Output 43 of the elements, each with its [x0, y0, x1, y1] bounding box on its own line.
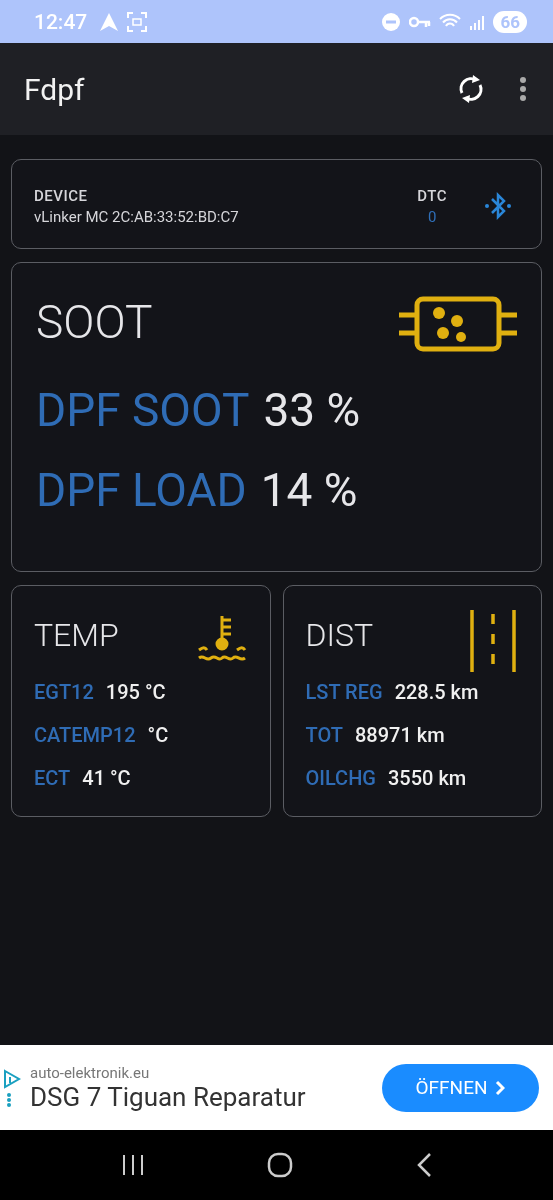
battery-level: 66 [493, 10, 527, 33]
bluetooth-icon[interactable] [485, 191, 511, 221]
navigation-arrow-icon [99, 11, 120, 32]
dtc-label: DTC [417, 186, 447, 205]
soot-metric-value: 33 % [263, 383, 361, 437]
device-label: DEVICE [34, 186, 89, 205]
reading-value: 228.5 km [394, 679, 479, 704]
road-icon [467, 610, 519, 672]
soot-metric-value: 14 % [260, 463, 358, 517]
soot-metric-label: DPF LOAD [36, 463, 247, 517]
status-time: 12:47 [34, 9, 88, 34]
signal-icon [469, 13, 486, 30]
reading-value: 195 °C [105, 679, 166, 704]
soot-title: SOOT [36, 295, 153, 349]
reading-value: 3550 km [388, 765, 467, 790]
back-icon[interactable] [415, 1152, 432, 1178]
reading-label: EGT12 [34, 679, 94, 704]
card-title: TEMP [34, 616, 119, 654]
reading-value: 88971 km [354, 722, 445, 747]
key-icon [409, 14, 432, 29]
ad-headline: DSG 7 Tiguan Reparatur [30, 1081, 307, 1112]
reading-label: TOT [305, 722, 343, 747]
device-name: vLinker MC 2C:AB:33:52:BD:C7 [34, 207, 240, 226]
reading-label: CATEMP12 [34, 722, 136, 747]
soot-metric-label: DPF SOOT [36, 383, 250, 437]
particulate-filter-icon [399, 295, 517, 353]
card-title: DIST [305, 616, 374, 654]
reading-label: ECT [34, 765, 71, 790]
home-icon[interactable] [267, 1152, 294, 1178]
ad-banner[interactable]: auto-elektronik.eu DSG 7 Tiguan Reparatur ÖFFNEN [0, 1045, 553, 1130]
chevron-right-icon [495, 1079, 506, 1096]
do-not-disturb-icon [381, 11, 402, 32]
more-options-icon [519, 76, 527, 102]
screenshot-icon [127, 11, 148, 32]
ad-domain: auto-elektronik.eu [30, 1063, 151, 1082]
reading-label: LST REG [305, 679, 383, 704]
recent-apps-icon[interactable] [121, 1154, 146, 1176]
dtc-count: 0 [427, 207, 437, 226]
reading-label: OILCHG [305, 765, 376, 790]
reading-value: °C [147, 722, 169, 747]
refresh-icon [457, 74, 485, 104]
app-title: Fdpf [24, 71, 86, 107]
reading-value: 41 °C [82, 765, 131, 790]
